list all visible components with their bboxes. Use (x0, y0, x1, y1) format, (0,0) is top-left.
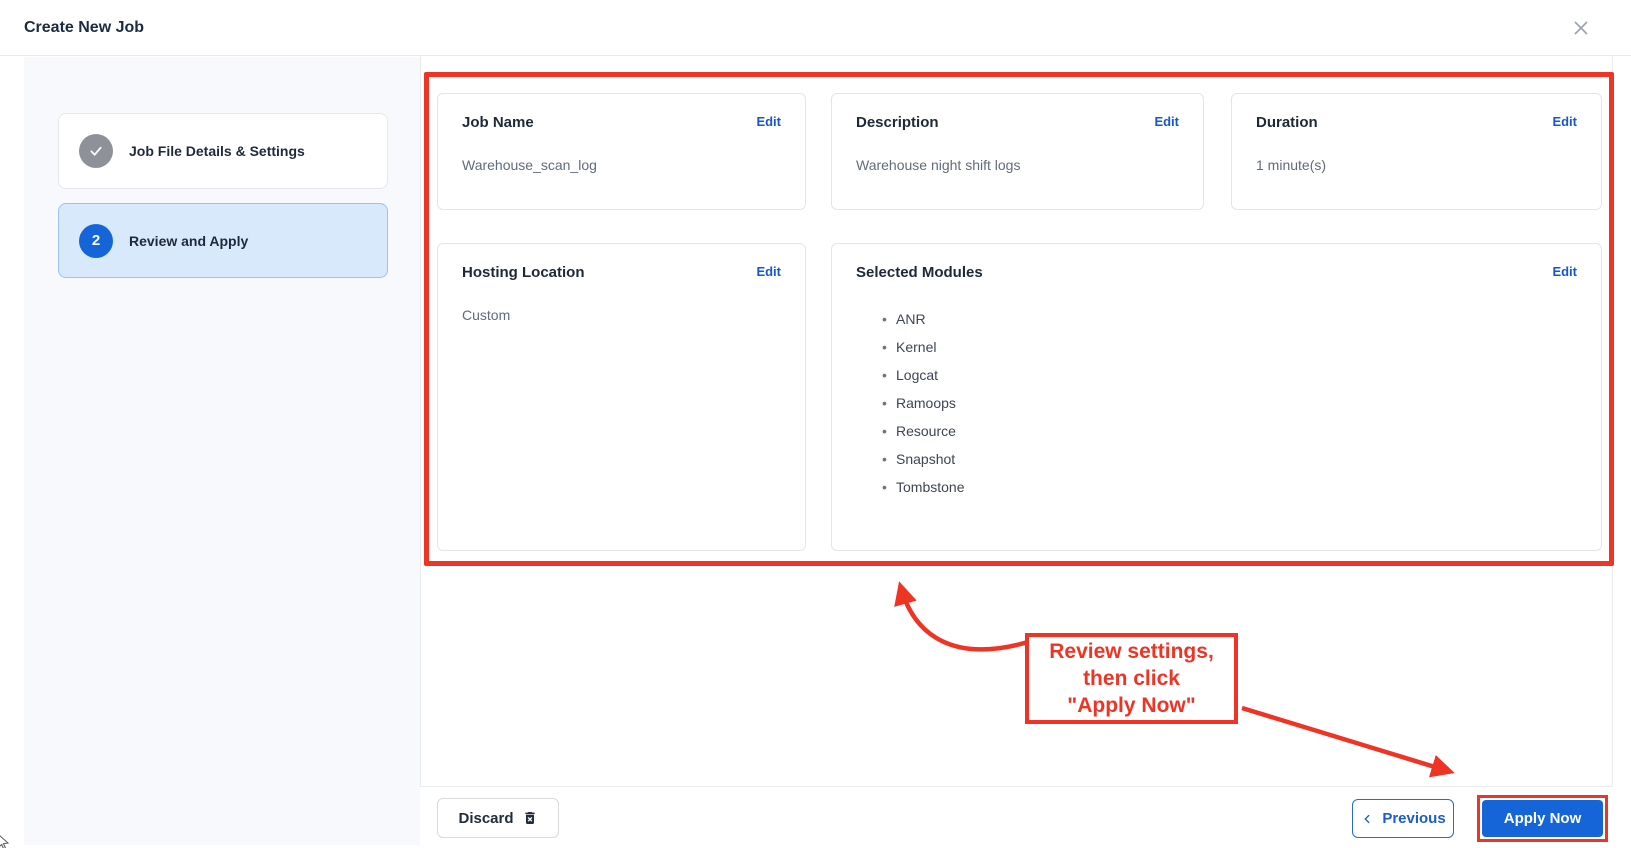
list-item: Logcat (896, 361, 1577, 389)
description-value: Warehouse night shift logs (856, 157, 1179, 173)
step-completed-indicator (79, 134, 113, 168)
step-job-file-details[interactable]: Job File Details & Settings (58, 113, 388, 189)
list-item: Snapshot (896, 445, 1577, 473)
description-card: Description Edit Warehouse night shift l… (831, 93, 1204, 210)
steps-sidebar: Job File Details & Settings 2 Review and… (24, 57, 420, 845)
edit-hosting-location-button[interactable]: Edit (756, 264, 781, 279)
apply-now-button[interactable]: Apply Now (1482, 800, 1603, 837)
page-title: Create New Job (24, 19, 144, 37)
list-item: ANR (896, 305, 1577, 333)
step-review-and-apply[interactable]: 2 Review and Apply (58, 203, 388, 278)
list-item: Kernel (896, 333, 1577, 361)
close-icon (1571, 18, 1591, 38)
duration-card: Duration Edit 1 minute(s) (1231, 93, 1602, 210)
hosting-location-value: Custom (462, 307, 781, 323)
discard-button-label: Discard (458, 810, 513, 827)
list-item: Ramoops (896, 389, 1577, 417)
annotation-text: then click (1083, 665, 1180, 692)
step-label: Job File Details & Settings (129, 143, 305, 159)
check-icon (88, 143, 104, 159)
chevron-left-icon (1360, 812, 1374, 826)
edit-description-button[interactable]: Edit (1154, 114, 1179, 129)
job-name-card: Job Name Edit Warehouse_scan_log (437, 93, 806, 210)
previous-button-label: Previous (1382, 810, 1445, 827)
list-item: Tombstone (896, 473, 1577, 501)
edit-job-name-button[interactable]: Edit (756, 114, 781, 129)
hosting-location-card: Hosting Location Edit Custom (437, 243, 806, 551)
job-name-value: Warehouse_scan_log (462, 157, 781, 173)
create-job-dialog: Create New Job Job File Details & Settin… (0, 0, 1631, 848)
card-title: Job Name (462, 114, 534, 131)
edit-selected-modules-button[interactable]: Edit (1552, 264, 1577, 279)
cursor-pointer-icon (0, 834, 12, 848)
trash-icon (522, 810, 538, 826)
card-title: Duration (1256, 114, 1318, 131)
card-title: Description (856, 114, 939, 131)
annotation-callout: Review settings, then click "Apply Now" (1025, 633, 1238, 724)
close-button[interactable] (1567, 14, 1595, 42)
annotation-text: Review settings, (1049, 638, 1214, 665)
step-number-badge: 2 (79, 224, 113, 258)
edit-duration-button[interactable]: Edit (1552, 114, 1577, 129)
discard-button[interactable]: Discard (437, 798, 559, 838)
previous-button[interactable]: Previous (1352, 799, 1454, 838)
annotation-text: "Apply Now" (1067, 692, 1195, 719)
dialog-header: Create New Job (0, 0, 1631, 56)
duration-value: 1 minute(s) (1256, 157, 1577, 173)
module-list: ANR Kernel Logcat Ramoops Resource Snaps… (856, 305, 1577, 501)
step-label: Review and Apply (129, 233, 248, 249)
review-panel: Job Name Edit Warehouse_scan_log Descrip… (420, 56, 1613, 787)
annotation-apply-highlight: Apply Now (1477, 795, 1608, 842)
card-title: Selected Modules (856, 264, 983, 281)
list-item: Resource (896, 417, 1577, 445)
selected-modules-card: Selected Modules Edit ANR Kernel Logcat … (831, 243, 1602, 551)
card-title: Hosting Location (462, 264, 585, 281)
